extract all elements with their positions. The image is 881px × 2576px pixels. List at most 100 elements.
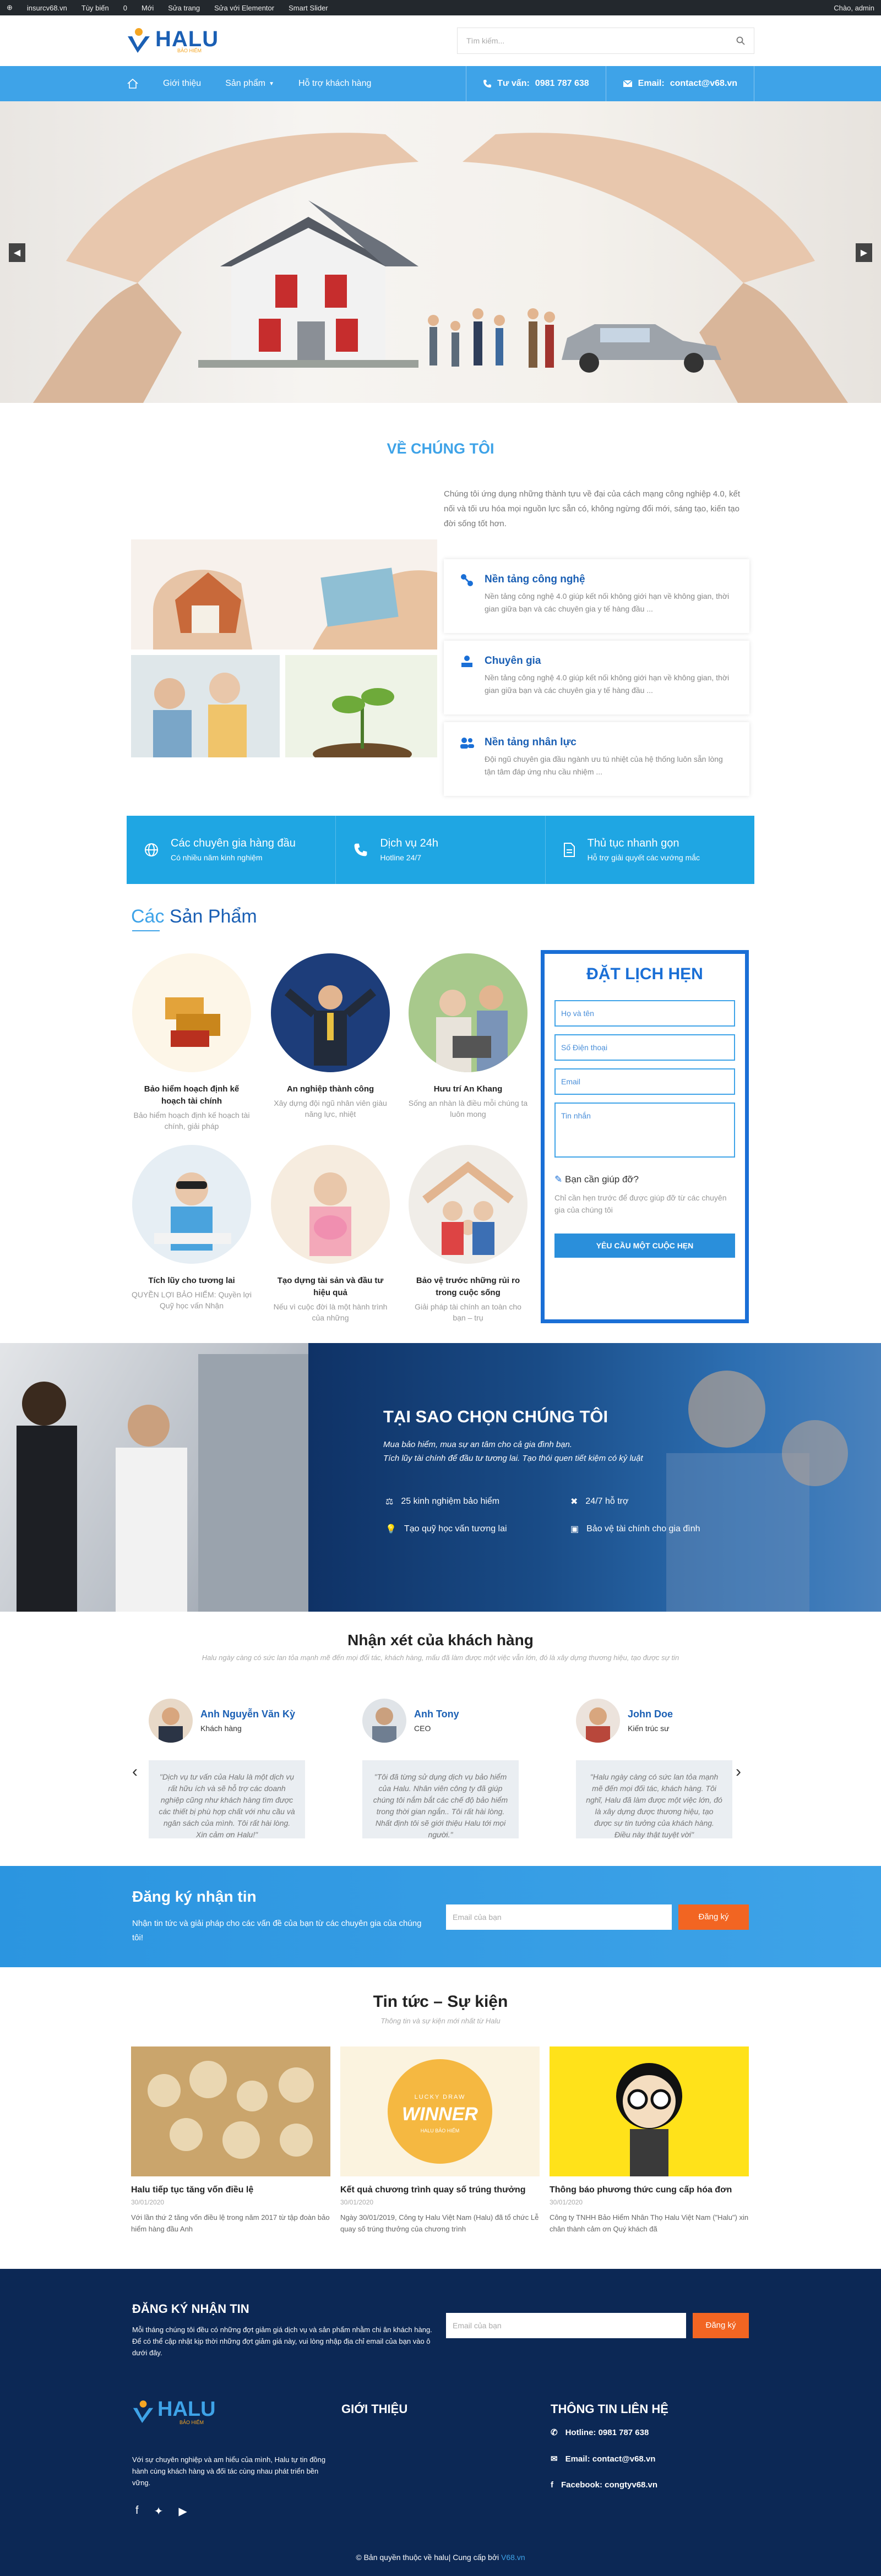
news-header: Tin tức – Sự kiện Thông tin và sự kiện m… (0, 1993, 881, 2025)
product-card[interactable]: Bảo hiểm hoạch định kế hoạch tài chính B… (131, 953, 252, 1132)
hero-slider[interactable]: ◀ ▶ (0, 101, 881, 403)
footer-hotline[interactable]: ✆ Hotline: 0981 787 638 (551, 2427, 649, 2438)
newsletter-email-input[interactable]: Email của bạn (446, 1904, 672, 1930)
products-title-a: Các (131, 906, 165, 927)
why-point-text: Bảo vệ tài chính cho gia đình (586, 1524, 700, 1533)
service-title: Dịch vụ 24h (380, 837, 438, 849)
nav-phone-number: 0981 787 638 (535, 79, 589, 88)
product-text: Sống an nhàn là điều mỗi chúng ta luôn m… (408, 1099, 528, 1118)
booking-desc: Chỉ cần hẹn trước để được giúp đỡ từ các… (554, 1193, 727, 1214)
product-image (271, 953, 390, 1072)
email-icon: ✉ (551, 2454, 558, 2464)
nav-phone[interactable]: Tư vấn: 0981 787 638 (466, 66, 606, 101)
news-card-text: Với lần thứ 2 tăng vốn điều lệ trong năm… (131, 2213, 330, 2233)
slider-next-button[interactable]: ▶ (856, 243, 872, 262)
admin-customize-link[interactable]: Tùy biến (81, 4, 109, 12)
main-nav: Giới thiệu Sản phẩm ▼ Hỗ trợ khách hàng T… (0, 66, 881, 101)
product-title[interactable]: Tích lũy cho tương lai (131, 1275, 252, 1287)
testimonial-quote: "Tôi đã từng sử dụng dịch vụ bảo hiểm củ… (362, 1760, 519, 1839)
winner-badge-top: LUCKY DRAW (414, 2094, 466, 2100)
footer-subscribe-button[interactable]: Đăng ký (693, 2313, 749, 2338)
slider-prev-button[interactable]: ◀ (9, 243, 25, 262)
product-card[interactable]: Bảo vệ trước những rủi ro trong cuộc sốn… (407, 1145, 529, 1323)
why-lead-2: Tích lũy tài chính để đầu tư tương lai. … (383, 1454, 643, 1463)
home-icon[interactable] (127, 78, 139, 89)
copyright-text: © Bản quyền thuộc về halu| Cung cấp bởi (356, 2553, 499, 2562)
news-card-text: Công ty TNHH Bảo Hiểm Nhân Thọ Halu Việt… (550, 2213, 749, 2233)
admin-greeting[interactable]: Chào, admin (834, 4, 874, 12)
admin-edit-page-link[interactable]: Sửa trang (168, 4, 200, 12)
email-field[interactable]: Email (554, 1068, 735, 1095)
site-logo[interactable]: HALU BẢO HIỂM (127, 28, 219, 54)
twitter-icon[interactable]: ✦ (154, 2504, 164, 2518)
winner-badge-text: WINNER (402, 2104, 478, 2125)
newsletter-subscribe-button[interactable]: Đăng ký (678, 1904, 749, 1930)
product-card[interactable]: An nghiệp thành công Xây dựng đội ngũ nh… (270, 953, 391, 1120)
document-icon (563, 843, 575, 857)
product-title[interactable]: Tạo dựng tài sản và đầu tư hiệu quả (270, 1275, 391, 1299)
name-field[interactable]: Họ và tên (554, 1000, 735, 1027)
request-appointment-button[interactable]: YÊU CẦU MỘT CUỘC HẸN (554, 1234, 735, 1258)
phone-icon: ✆ (551, 2428, 558, 2437)
admin-site-link[interactable]: insurcv68.vn (27, 4, 67, 12)
wordpress-icon[interactable]: ⊕ (7, 3, 13, 12)
why-point-text: 24/7 hỗ trợ (585, 1497, 629, 1506)
nav-item-products[interactable]: Sản phẩm ▼ (225, 79, 274, 89)
title-underline (132, 930, 160, 931)
nav-item-products-label: Sản phẩm (225, 79, 266, 88)
news-sub: Thông tin và sự kiện mới nhất từ Halu (380, 2017, 501, 2025)
product-title[interactable]: Bảo vệ trước những rủi ro trong cuộc sốn… (407, 1275, 529, 1299)
product-card[interactable]: Hưu trí An Khang Sống an nhàn là điều mỗ… (407, 953, 529, 1120)
feature-title: Nền tảng công nghệ (485, 574, 585, 585)
nav-item-support[interactable]: Hỗ trợ khách hàng (298, 79, 371, 89)
product-card[interactable]: Tích lũy cho tương lai QUYỀN LỢI BẢO HIỂ… (131, 1145, 252, 1311)
why-point: 💡 Tạo quỹ học vấn tương lai (385, 1524, 507, 1535)
news-card-title[interactable]: Thông báo phương thức cung cấp hóa đơn (550, 2185, 749, 2195)
product-title[interactable]: Hưu trí An Khang (407, 1083, 529, 1095)
admin-smart-slider-link[interactable]: Smart Slider (289, 4, 328, 12)
booking-title: ĐẶT LỊCH HẸN (586, 965, 703, 983)
footer-about-text: Với sự chuyên nghiệp và am hiểu của mình… (132, 2455, 326, 2487)
product-image (409, 1145, 527, 1264)
help-heading: ✎ Bạn cần giúp đỡ? (554, 1174, 735, 1185)
youtube-icon[interactable]: ▶ (178, 2504, 187, 2518)
facebook-icon[interactable]: f (135, 2504, 139, 2518)
network-icon (461, 574, 473, 586)
news-card[interactable]: Thông báo phương thức cung cấp hóa đơn 3… (550, 2046, 749, 2235)
footer-intro-title: GIỚI THIỆU (341, 2402, 408, 2416)
phone-field[interactable]: Số Điện thoại (554, 1034, 735, 1061)
testimonial-name: Anh Tony (414, 1709, 459, 1720)
footer-email-input[interactable]: Email của bạn (446, 2313, 686, 2338)
news-image (131, 2046, 330, 2176)
hero-illustration (33, 133, 848, 403)
copyright-link[interactable]: V68.vn (501, 2553, 525, 2562)
testimonials-prev-button[interactable]: ‹ (132, 1762, 138, 1781)
admin-comments-count[interactable]: 0 (123, 4, 127, 12)
avatar (362, 1699, 406, 1743)
news-card[interactable]: Halu tiếp tục tăng vốn điều lệ 30/01/202… (131, 2046, 330, 2235)
about-title: VỀ CHÚNG TÔI (387, 440, 494, 457)
testimonials-next-button[interactable]: › (736, 1762, 741, 1781)
nav-email[interactable]: Email: contact@v68.vn (605, 66, 754, 101)
search-icon[interactable] (736, 36, 745, 45)
nav-item-about[interactable]: Giới thiệu (163, 79, 201, 89)
product-title[interactable]: An nghiệp thành công (270, 1083, 391, 1095)
search-input[interactable]: Tìm kiếm... (457, 28, 754, 54)
logo-text: HALU (155, 27, 219, 51)
news-card-date: 30/01/2020 (131, 2198, 165, 2206)
footer-logo[interactable]: HALU BẢO HIỂM (132, 2399, 216, 2425)
product-title[interactable]: Bảo hiểm hoạch định kế hoạch tài chính (131, 1083, 252, 1107)
testimonial-quote: "Halu ngày càng có sức lan tỏa mạnh mẽ đ… (576, 1760, 732, 1839)
admin-new-link[interactable]: Mới (142, 4, 154, 12)
news-card[interactable]: LUCKY DRAW WINNER HALU BẢO HIỂM Kết quả … (340, 2046, 540, 2235)
admin-elementor-link[interactable]: Sửa với Elementor (214, 4, 274, 12)
news-card-title[interactable]: Halu tiếp tục tăng vốn điều lệ (131, 2185, 330, 2195)
footer-facebook[interactable]: f Facebook: congtyv68.vn (551, 2480, 657, 2490)
message-field[interactable]: Tin nhắn (554, 1103, 735, 1158)
admin-bar: ⊕ insurcv68.vn Tùy biến 0 Mới Sửa trang … (0, 0, 881, 15)
news-card-title[interactable]: Kết quả chương trình quay số trúng thưởn… (340, 2185, 540, 2195)
avatar (149, 1699, 193, 1743)
product-card[interactable]: Tạo dựng tài sản và đầu tư hiệu quả Nếu … (270, 1145, 391, 1323)
testimonials-header: Nhận xét của khách hàng Halu ngày càng c… (0, 1631, 881, 1662)
footer-email[interactable]: ✉ Email: contact@v68.vn (551, 2454, 655, 2464)
